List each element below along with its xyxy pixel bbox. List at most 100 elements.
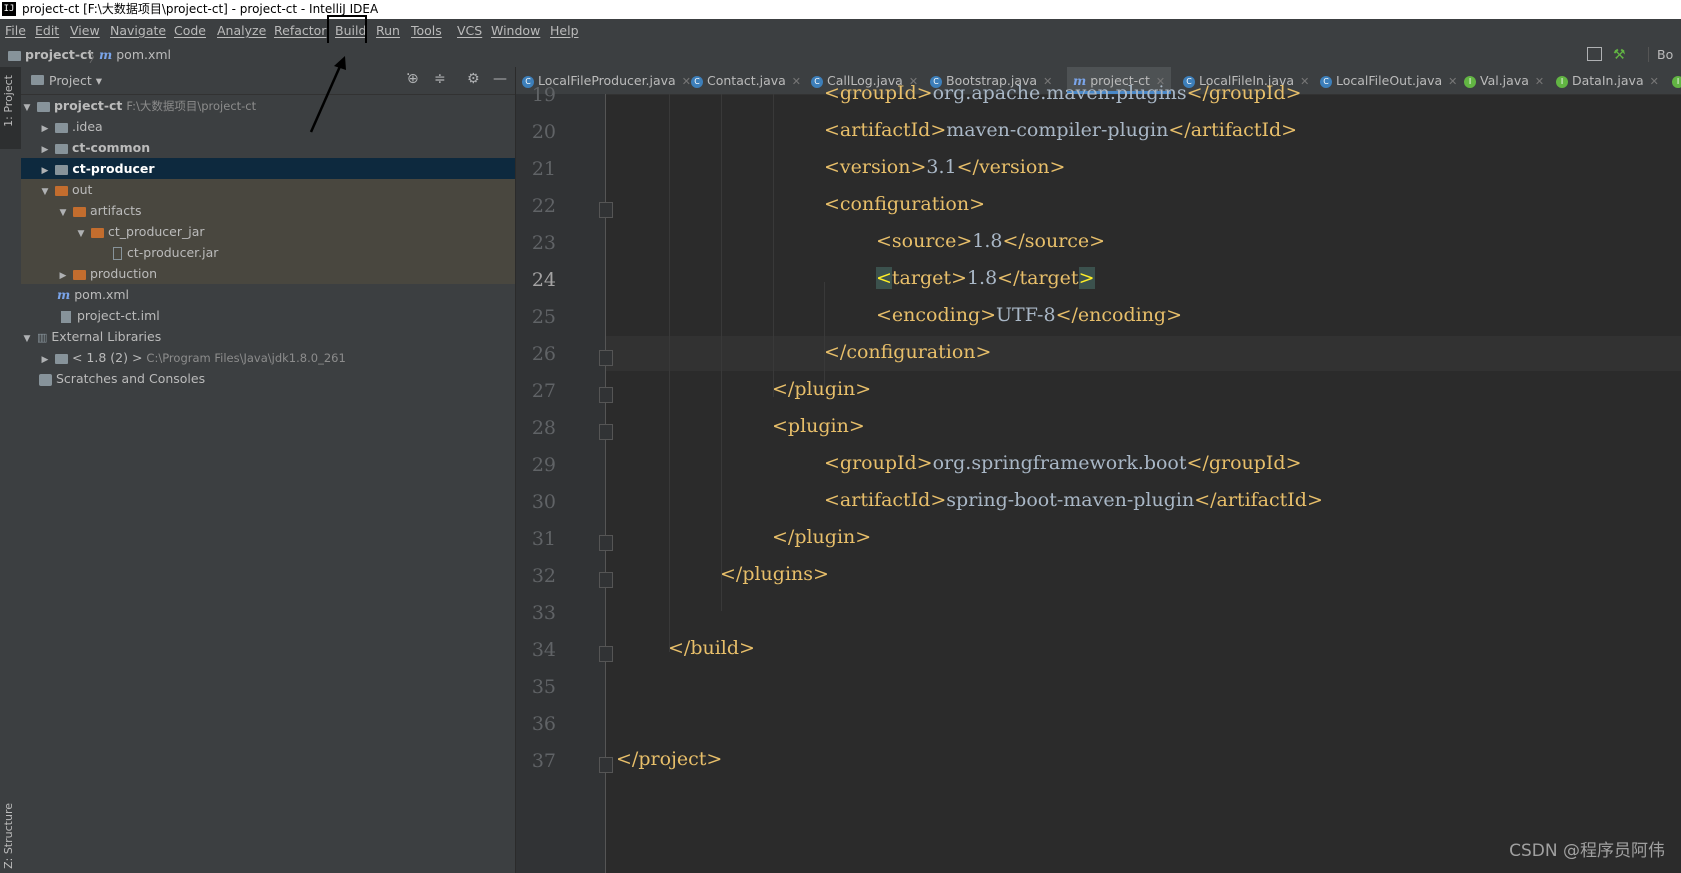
line-number: 37 <box>531 750 556 772</box>
gear-icon[interactable]: ⚙ <box>467 71 480 87</box>
fold-marker-icon[interactable] <box>599 646 613 662</box>
xml-text-value: 3.1 <box>926 156 957 178</box>
menu-help[interactable]: Help <box>550 23 579 38</box>
tree-item-ct-producer-jar[interactable]: ct-producer.jar <box>21 242 515 263</box>
tab-val[interactable]: I Val.java ✕ <box>1464 67 1544 94</box>
tree-label: ct-common <box>71 140 151 155</box>
breadcrumb-file[interactable]: m pom.xml <box>99 47 171 62</box>
scratches-icon <box>39 373 52 386</box>
xml-text-value: org.springframework.boot <box>932 452 1187 474</box>
module-folder-icon <box>55 164 69 175</box>
fold-marker-icon[interactable] <box>599 572 613 588</box>
menu-edit[interactable]: Edit <box>35 23 59 38</box>
breadcrumb-project[interactable]: project-ct <box>8 47 93 62</box>
line-number: 28 <box>531 417 556 439</box>
code-line: </configuration> <box>824 341 991 363</box>
menu-window[interactable]: Window <box>491 23 540 38</box>
breadcrumb-project-label: project-ct <box>25 47 94 62</box>
menu-vcs[interactable]: VCS <box>457 23 482 38</box>
module-folder-icon <box>54 143 68 154</box>
fold-marker-icon[interactable] <box>599 350 613 366</box>
menu-file[interactable]: File <box>5 23 26 38</box>
run-configuration-icon[interactable] <box>1587 47 1602 61</box>
tree-item-pom[interactable]: m pom.xml <box>21 284 515 305</box>
close-icon[interactable]: ✕ <box>792 75 801 88</box>
tree-item-production[interactable]: ▶ production <box>21 263 515 284</box>
tab-localfileout[interactable]: C LocalFileOut.java ✕ <box>1320 67 1457 94</box>
tree-path: C:\Program Files\Java\jdk1.8.0_261 <box>146 351 346 365</box>
tab-overflow[interactable]: I <box>1672 67 1681 94</box>
fold-marker-icon[interactable] <box>599 387 613 403</box>
line-number: 27 <box>531 380 556 402</box>
libraries-icon: ▥ <box>36 331 48 344</box>
xml-text-value: 1.8 <box>966 267 998 289</box>
java-class-icon: C <box>811 75 823 88</box>
excluded-folder-icon <box>72 269 86 280</box>
tab-label: DataIn.java <box>1572 73 1644 88</box>
collapse-all-icon[interactable]: ≑ <box>434 71 446 87</box>
tree-label: ct-producer <box>72 161 155 176</box>
nav-right-label[interactable]: Bo <box>1648 47 1673 62</box>
xml-text-value: 1.8 <box>972 230 1003 252</box>
folder-icon <box>54 122 68 133</box>
menu-run[interactable]: Run <box>376 23 400 38</box>
project-panel-header: Project ▾ · ⊕ ≑ ⚙ — <box>21 67 515 95</box>
current-line-highlight <box>606 336 1681 371</box>
line-number: 20 <box>531 121 556 143</box>
project-stripe-button[interactable]: 1: Project <box>0 67 21 149</box>
tab-label: Val.java <box>1480 73 1529 88</box>
xml-open-tag: <artifactId> <box>824 489 947 511</box>
tree-label: < 1.8 (2) > <box>71 350 143 365</box>
xml-open-tag: <groupId> <box>824 82 933 104</box>
xml-open-tag: </configuration> <box>824 341 992 363</box>
menu-analyze[interactable]: Analyze <box>217 23 266 38</box>
code-line: <version>3.1</version> <box>824 156 1065 178</box>
close-icon[interactable]: ✕ <box>682 75 691 88</box>
code-line: <groupId>org.apache.maven.plugins</group… <box>824 82 1302 104</box>
hide-panel-icon[interactable]: — <box>493 71 507 87</box>
tree-path: F:\大数据项目\project-ct <box>126 99 257 113</box>
tree-item-ct-producer[interactable]: ▶ ct-producer <box>21 158 515 179</box>
jdk-folder-icon <box>54 353 68 364</box>
tree-item-iml[interactable]: project-ct.iml <box>21 305 515 326</box>
menu-navigate[interactable]: Navigate <box>110 23 166 38</box>
project-view-dropdown[interactable]: Project ▾ <box>49 73 102 88</box>
tree-item-idea[interactable]: ▶ .idea <box>21 116 515 137</box>
line-number: 22 <box>531 195 556 217</box>
locate-file-icon[interactable]: ⊕ <box>407 71 419 87</box>
fold-marker-icon[interactable] <box>599 757 613 773</box>
structure-stripe-label[interactable]: Z: Structure <box>2 803 15 869</box>
excluded-folder-icon <box>72 206 86 217</box>
menu-refactor[interactable]: Refactor <box>274 23 326 38</box>
close-icon[interactable]: ✕ <box>1535 75 1544 88</box>
tree-item-ct-producer-jar-dir[interactable]: ▼ ct_producer_jar <box>21 221 515 242</box>
tree-item-external-libraries[interactable]: ▼ ▥ External Libraries <box>21 326 515 347</box>
fold-marker-icon[interactable] <box>599 202 613 218</box>
tree-item-jdk[interactable]: ▶ < 1.8 (2) > C:\Program Files\Java\jdk1… <box>21 347 515 368</box>
tab-contact[interactable]: C Contact.java ✕ <box>691 67 801 94</box>
code-line: <configuration> <box>824 193 985 215</box>
line-number: 21 <box>531 158 556 180</box>
excluded-folder-icon <box>90 227 104 238</box>
indent-guide <box>773 94 774 397</box>
tree-item-project-root[interactable]: ▼ project-ct F:\大数据项目\project-ct <box>21 95 515 116</box>
close-icon[interactable]: ✕ <box>1448 75 1457 88</box>
window-title: project-ct [F:\大数据项目\project-ct] - proje… <box>22 2 379 16</box>
tree-item-artifacts[interactable]: ▼ artifacts <box>21 200 515 221</box>
menu-view[interactable]: View <box>70 23 100 38</box>
code-line: <artifactId>spring-boot-maven-plugin</ar… <box>824 489 1323 511</box>
fold-marker-icon[interactable] <box>599 535 613 551</box>
menu-bar: File Edit View Navigate Code Analyze Ref… <box>0 19 1681 43</box>
tab-datain[interactable]: I DataIn.java ✕ <box>1556 67 1659 94</box>
tree-item-scratches[interactable]: Scratches and Consoles <box>21 368 515 389</box>
hammer-build-icon[interactable]: ⚒ <box>1613 47 1628 63</box>
menu-code[interactable]: Code <box>174 23 206 38</box>
tree-item-out[interactable]: ▼ out <box>21 179 515 200</box>
xml-close-tag: </version> <box>956 156 1066 178</box>
menu-tools[interactable]: Tools <box>411 23 442 38</box>
fold-marker-icon[interactable] <box>599 424 613 440</box>
project-view-label: Project <box>49 73 92 88</box>
module-folder-icon <box>36 101 50 112</box>
tree-item-ct-common[interactable]: ▶ ct-common <box>21 137 515 158</box>
close-icon[interactable]: ✕ <box>1650 75 1659 88</box>
